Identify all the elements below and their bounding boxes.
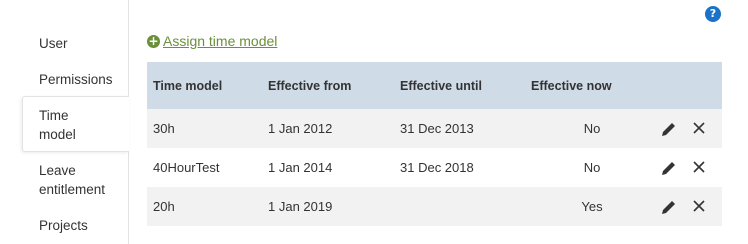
header-effective-until: Effective until	[400, 78, 482, 93]
cell-effective-from: 1 Jan 2014	[268, 160, 333, 175]
table-header: Time model Effective from Effective unti…	[147, 62, 722, 109]
assign-time-model-label: Assign time model	[163, 33, 278, 49]
cell-effective-from: 1 Jan 2012	[268, 121, 333, 136]
sidebar-item-leave-entitlement[interactable]: Leave entitlement	[39, 161, 119, 199]
cell-effective-from: 1 Jan 2019	[268, 199, 333, 214]
cell-time-model: 30h	[153, 121, 175, 136]
help-icon[interactable]: ?	[705, 6, 721, 22]
pencil-icon[interactable]	[660, 120, 678, 138]
table-row: 20h 1 Jan 2019 Yes	[147, 187, 722, 226]
cell-effective-now: No	[583, 160, 601, 175]
plus-icon: +	[147, 33, 160, 48]
assign-time-model-link[interactable]: + Assign time model	[147, 32, 277, 50]
sidebar-item-permissions[interactable]: Permissions	[39, 70, 113, 89]
header-effective-from: Effective from	[268, 78, 352, 93]
table-row: 40HourTest 1 Jan 2014 31 Dec 2018 No	[147, 148, 722, 187]
close-icon[interactable]	[692, 199, 706, 213]
cell-effective-until: 31 Dec 2013	[400, 121, 474, 136]
close-icon[interactable]	[692, 121, 706, 135]
sidebar-item-time-model[interactable]: Time model	[39, 106, 99, 144]
sidebar: User Permissions Time model Leave entitl…	[0, 0, 129, 244]
cell-time-model: 20h	[153, 199, 175, 214]
sidebar-item-user[interactable]: User	[39, 34, 68, 53]
pencil-icon[interactable]	[660, 198, 678, 216]
cell-effective-until: 31 Dec 2018	[400, 160, 474, 175]
header-effective-now: Effective now	[531, 78, 612, 93]
cell-effective-now: Yes	[581, 199, 603, 214]
sidebar-item-projects[interactable]: Projects	[39, 216, 88, 235]
table-row: 30h 1 Jan 2012 31 Dec 2013 No	[147, 109, 722, 148]
cell-effective-now: No	[583, 121, 601, 136]
header-time-model: Time model	[153, 78, 223, 93]
time-model-table: Time model Effective from Effective unti…	[147, 62, 722, 226]
cell-time-model: 40HourTest	[153, 160, 220, 175]
close-icon[interactable]	[692, 160, 706, 174]
pencil-icon[interactable]	[660, 159, 678, 177]
